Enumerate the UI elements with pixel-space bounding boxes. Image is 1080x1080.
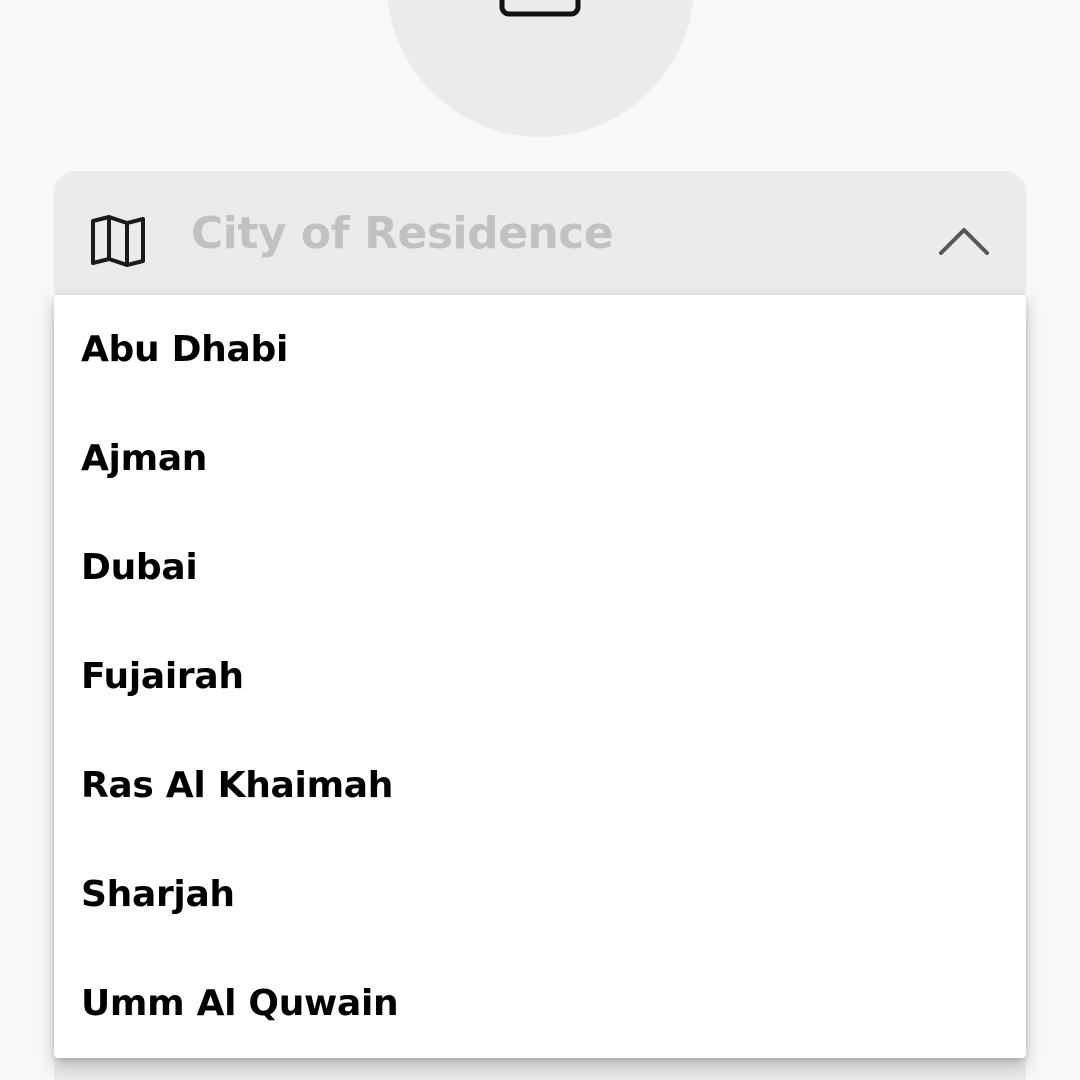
city-option-abu-dhabi[interactable]: Abu Dhabi (54, 295, 1026, 404)
camera-icon[interactable] (497, 0, 583, 20)
city-option-label: Dubai (81, 547, 198, 588)
city-of-residence-placeholder: City of Residence (191, 208, 614, 259)
city-option-fujairah[interactable]: Fujairah (54, 622, 1026, 731)
page: City of Residence Abu Dhabi Ajman Dubai … (0, 0, 1080, 1080)
city-dropdown-list: Abu Dhabi Ajman Dubai Fujairah Ras Al Kh… (54, 295, 1026, 1058)
city-option-ajman[interactable]: Ajman (54, 404, 1026, 513)
city-option-label: Abu Dhabi (81, 329, 289, 370)
city-option-label: Ajman (81, 438, 208, 479)
map-icon (91, 215, 145, 267)
city-option-sharjah[interactable]: Sharjah (54, 840, 1026, 949)
city-option-ras-al-khaimah[interactable]: Ras Al Khaimah (54, 731, 1026, 840)
city-option-label: Umm Al Quwain (81, 983, 399, 1024)
chevron-up-icon[interactable] (938, 225, 990, 257)
profile-photo-picker[interactable] (387, 0, 694, 137)
city-option-label: Ras Al Khaimah (81, 765, 394, 806)
city-option-label: Fujairah (81, 656, 244, 697)
city-option-umm-al-quwain[interactable]: Umm Al Quwain (54, 949, 1026, 1058)
city-of-residence-select[interactable]: City of Residence (54, 171, 1026, 295)
city-option-dubai[interactable]: Dubai (54, 513, 1026, 622)
city-option-label: Sharjah (81, 874, 235, 915)
